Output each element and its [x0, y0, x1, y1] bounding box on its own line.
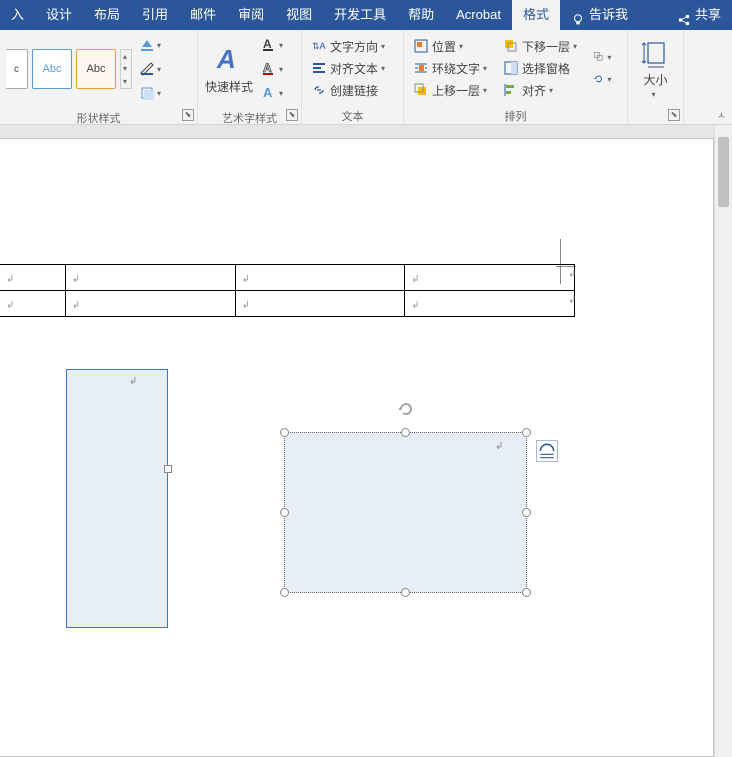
- resize-handle-se[interactable]: [522, 588, 531, 597]
- wordart-quick-styles[interactable]: A 快速样式: [204, 36, 254, 102]
- text-effects-button[interactable]: A▾: [258, 82, 290, 104]
- tab-tellme[interactable]: 告诉我: [560, 0, 639, 30]
- shape-style-1[interactable]: Abc: [32, 49, 72, 89]
- svg-text:A: A: [263, 37, 272, 51]
- table-row[interactable]: ↲ ↲ ↲ ↲: [0, 265, 575, 291]
- shape-fill-button[interactable]: ▾: [136, 34, 168, 56]
- bring-forward-button[interactable]: 上移一层▾: [410, 79, 494, 101]
- tab-format[interactable]: 格式: [512, 0, 560, 30]
- size-launcher[interactable]: ⬊: [668, 109, 680, 121]
- text-direction-icon: ⇅A: [311, 38, 327, 54]
- text-fill-button[interactable]: A▾: [258, 34, 290, 56]
- text-outline-icon: A: [261, 61, 277, 77]
- group-size: 大小 ▾ ⬊: [628, 30, 684, 124]
- rotate-icon: [593, 71, 604, 87]
- svg-text:⇅A: ⇅A: [312, 41, 326, 51]
- shape-style-2[interactable]: Abc: [76, 49, 116, 89]
- scroll-thumb[interactable]: [718, 137, 729, 207]
- tab-share[interactable]: 共享: [666, 0, 732, 30]
- wordart-icon: A: [213, 44, 245, 76]
- resize-handle-w[interactable]: [280, 508, 289, 517]
- paragraph-mark-icon: ↲: [129, 376, 137, 387]
- position-button[interactable]: 位置▾: [410, 35, 494, 57]
- resize-handle-ne[interactable]: [522, 428, 531, 437]
- ribbon-tabs: 入 设计 布局 引用 邮件 审阅 视图 开发工具 帮助 Acrobat 格式 告…: [0, 0, 732, 30]
- tab-devtools[interactable]: 开发工具: [323, 0, 397, 30]
- share-icon: [677, 8, 691, 22]
- group-wordart-styles: A 快速样式 A▾ A▾ A▾ 艺术字样式 ⬊: [198, 30, 302, 124]
- text-direction-button[interactable]: ⇅A文字方向▾: [308, 35, 392, 57]
- wrap-text-button[interactable]: 环绕文字▾: [410, 57, 494, 79]
- lightbulb-icon: [571, 8, 585, 22]
- tab-view[interactable]: 视图: [275, 0, 323, 30]
- resize-handle-e[interactable]: [522, 508, 531, 517]
- text-fill-icon: A: [261, 37, 277, 53]
- send-backward-button[interactable]: 下移一层▾: [500, 35, 584, 57]
- align-text-button[interactable]: 对齐文本▾: [308, 57, 392, 79]
- table-row[interactable]: ↲ ↲ ↲ ↲: [0, 291, 575, 317]
- text-box-shape-2-selected[interactable]: ↲: [284, 432, 527, 593]
- align-icon: [503, 82, 519, 98]
- size-button[interactable]: 大小 ▾: [634, 35, 677, 101]
- link-icon: [311, 82, 327, 98]
- text-group-label: 文本: [302, 106, 403, 124]
- tab-layout[interactable]: 布局: [83, 0, 131, 30]
- text-effects-icon: A: [261, 85, 277, 101]
- group-icon: [593, 49, 604, 65]
- layout-options-button[interactable]: [536, 440, 558, 462]
- wordart-launcher[interactable]: ⬊: [286, 109, 298, 121]
- tab-mail[interactable]: 邮件: [179, 0, 227, 30]
- resize-handle-nw[interactable]: [280, 428, 289, 437]
- svg-text:A: A: [263, 61, 272, 75]
- shape-styles-label: 形状样式: [0, 108, 197, 126]
- effects-icon: [139, 85, 155, 101]
- svg-text:A: A: [263, 85, 273, 100]
- shape-styles-launcher[interactable]: ⬊: [182, 109, 194, 121]
- shape-style-prev[interactable]: c: [6, 49, 28, 89]
- paragraph-mark-icon: ↲: [495, 441, 503, 452]
- text-box-shape-1[interactable]: ↲: [66, 369, 168, 628]
- vertical-scrollbar[interactable]: [714, 125, 732, 757]
- tab-acrobat[interactable]: Acrobat: [445, 0, 512, 30]
- arrange-label: 排列: [404, 106, 627, 124]
- shape-outline-button[interactable]: ▾: [136, 58, 168, 80]
- tab-insert[interactable]: 入: [0, 0, 35, 30]
- group-arrange: 位置▾ 环绕文字▾ 上移一层▾ 下移一层▾ 选择窗格 对齐▾ ▾ ▾ 排列: [404, 30, 628, 124]
- resize-handle-s[interactable]: [401, 588, 410, 597]
- position-icon: [413, 38, 429, 54]
- fill-icon: [139, 37, 155, 53]
- selection-pane-icon: [503, 60, 519, 76]
- share-label: 共享: [695, 0, 721, 30]
- outline-icon: [139, 61, 155, 77]
- align-button[interactable]: 对齐▾: [500, 79, 584, 101]
- collapse-ribbon-button[interactable]: ㅅ: [717, 107, 726, 122]
- table[interactable]: ↲ ↲ ↲ ↲ ↲ ↲ ↲ ↲: [0, 264, 575, 317]
- text-outline-button[interactable]: A▾: [258, 58, 290, 80]
- shape-effects-button[interactable]: ▾: [136, 82, 168, 104]
- wrap-icon: [413, 60, 429, 76]
- group-shape-styles: c Abc Abc ▴▾▾ ▾ ▾ ▾ 形状样式 ⬊: [0, 30, 198, 124]
- bring-forward-icon: [413, 82, 429, 98]
- ribbon: c Abc Abc ▴▾▾ ▾ ▾ ▾ 形状样式 ⬊ A 快速样式 A▾ A▾ …: [0, 30, 732, 125]
- tab-help[interactable]: 帮助: [397, 0, 445, 30]
- resize-handle-n[interactable]: [401, 428, 410, 437]
- tab-design[interactable]: 设计: [35, 0, 83, 30]
- send-backward-icon: [503, 38, 519, 54]
- tab-references[interactable]: 引用: [131, 0, 179, 30]
- tab-review[interactable]: 审阅: [227, 0, 275, 30]
- svg-text:A: A: [216, 44, 236, 74]
- rotation-handle[interactable]: [397, 400, 415, 418]
- align-text-icon: [311, 60, 327, 76]
- document-area[interactable]: ↲ ↲ ↲ ↲ ↲ ↲ ↲ ↲ ↲ ↲ ↲ ↲: [0, 138, 714, 757]
- resize-handle-sw[interactable]: [280, 588, 289, 597]
- style-gallery-more[interactable]: ▴▾▾: [120, 49, 132, 89]
- selection-pane-button[interactable]: 选择窗格: [500, 57, 584, 79]
- size-icon: [640, 37, 672, 69]
- create-link-button[interactable]: 创建链接: [308, 79, 392, 101]
- rotate-button[interactable]: ▾: [590, 68, 616, 90]
- resize-handle[interactable]: [164, 465, 172, 473]
- tellme-label: 告诉我: [589, 0, 628, 30]
- group-text: ⇅A文字方向▾ 对齐文本▾ 创建链接 文本: [302, 30, 404, 124]
- group-objects-button[interactable]: ▾: [590, 46, 616, 68]
